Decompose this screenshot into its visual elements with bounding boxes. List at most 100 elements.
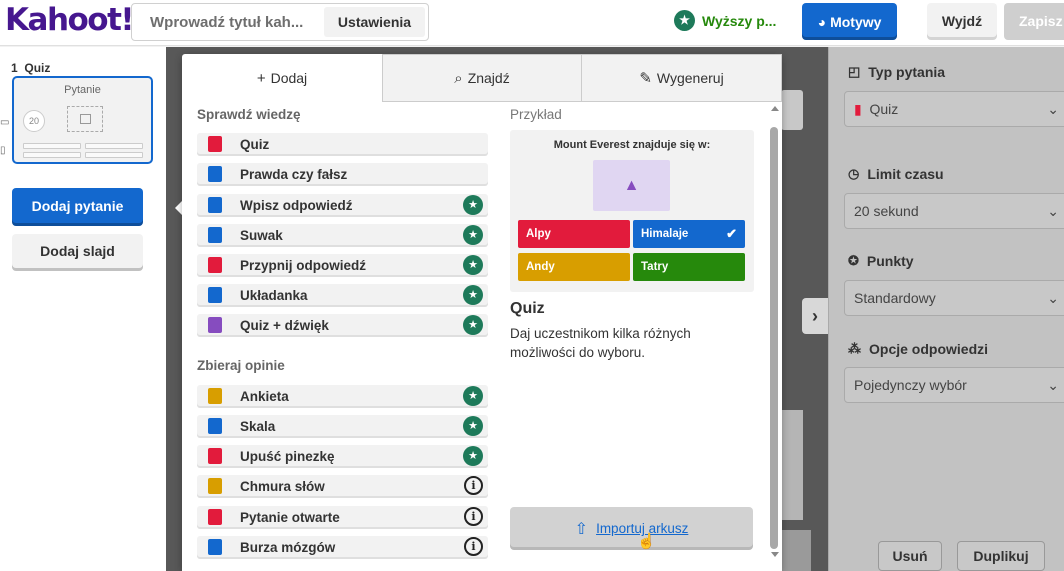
thumb-title: Pytanie xyxy=(64,84,101,96)
scroll-up-arrow[interactable] xyxy=(771,106,779,111)
question-type-select[interactable]: ▮ Quiz ⌄ xyxy=(844,91,1064,127)
question-type-item[interactable]: Ankieta ★ xyxy=(197,385,488,408)
answer-options-select[interactable]: Pojedynczy wybór ⌄ xyxy=(844,367,1064,403)
question-type-item[interactable]: Układanka ★ xyxy=(197,284,488,307)
question-type-icon xyxy=(208,166,222,182)
question-type-item[interactable]: Pytanie otwarte i xyxy=(197,506,488,529)
chevron-down-icon: ⌄ xyxy=(1047,377,1059,393)
image-icon: ▲ xyxy=(593,160,670,211)
thumb-timer: 20 xyxy=(23,110,45,132)
top-bar: Kahoot! Wprowadź tytuł kah... Ustawienia… xyxy=(0,0,1064,46)
tab-generate-label: Wygeneruj xyxy=(656,70,724,86)
save-button[interactable]: Zapisz xyxy=(1004,3,1064,40)
duplicate-slide-icon[interactable]: ▭ xyxy=(0,117,9,128)
question-type-label: Quiz xyxy=(240,137,270,152)
question-type-icon xyxy=(208,136,222,152)
question-type-icon xyxy=(208,418,222,434)
kahoot-logo[interactable]: Kahoot! xyxy=(5,2,135,38)
thumb-answer xyxy=(85,143,143,149)
question-type-label: Układanka xyxy=(240,288,308,303)
question-type-icon xyxy=(208,287,222,303)
delete-button[interactable]: Usuń xyxy=(878,541,942,571)
slide-thumbnail[interactable]: Pytanie 20 xyxy=(12,76,153,164)
themes-button[interactable]: ◕ Motywy xyxy=(802,3,897,40)
slide-number: 1 xyxy=(11,61,18,75)
title-input[interactable]: Wprowadź tytuł kah... xyxy=(150,14,303,31)
question-type-label: Przypnij odpowiedź xyxy=(240,258,367,273)
question-type-label: Skala xyxy=(240,419,276,434)
add-slide-button[interactable]: Dodaj slajd xyxy=(12,234,143,271)
slide-label: 1 Quiz xyxy=(11,61,50,75)
question-type-icon: ◰ xyxy=(848,64,861,79)
title-field[interactable]: Wprowadź tytuł kah... Ustawienia xyxy=(131,3,429,41)
group-title: Zbieraj opinie xyxy=(197,358,285,373)
upgrade-link[interactable]: ★ Wyższy p... xyxy=(674,10,776,31)
question-type-item[interactable]: Wpisz odpowiedź ★ xyxy=(197,194,488,217)
question-type-label: Burza mózgów xyxy=(240,540,336,555)
add-question-button[interactable]: Dodaj pytanie xyxy=(12,188,143,226)
info-icon[interactable]: i xyxy=(464,507,483,526)
tab-add[interactable]: + Dodaj xyxy=(182,54,382,102)
settings-panel: ◰ Typ pytania ▮ Quiz ⌄ ◷ Limit czasu 20 … xyxy=(828,47,1064,571)
question-type-label: Wpisz odpowiedź xyxy=(240,198,353,213)
question-type-item[interactable]: Chmura słów i xyxy=(197,475,488,498)
question-type-item[interactable]: Quiz + dźwięk ★ xyxy=(197,314,488,337)
premium-star-icon: ★ xyxy=(463,386,483,406)
info-icon[interactable]: i xyxy=(464,476,483,495)
premium-star-icon: ★ xyxy=(463,285,483,305)
premium-star-icon: ★ xyxy=(463,195,483,215)
question-type-icon xyxy=(208,478,222,494)
time-limit-select[interactable]: 20 sekund ⌄ xyxy=(844,193,1064,229)
question-type-label: Pytanie otwarte xyxy=(240,510,340,525)
points-select[interactable]: Standardowy ⌄ xyxy=(844,280,1064,316)
scrollbar-thumb[interactable] xyxy=(770,127,778,549)
plus-icon: + xyxy=(256,69,266,87)
palette-icon: ◕ xyxy=(817,13,827,30)
question-type-item[interactable]: Przypnij odpowiedź ★ xyxy=(197,254,488,277)
question-type-icon xyxy=(208,227,222,243)
question-type-icon xyxy=(208,388,222,404)
points-heading: ✪ Punkty xyxy=(848,253,914,269)
question-type-icon xyxy=(208,317,222,333)
question-type-item[interactable]: Quiz xyxy=(197,133,488,156)
quiz-icon: ▮ xyxy=(854,101,862,117)
question-type-label: Typ pytania xyxy=(868,64,946,80)
themes-label: Motywy xyxy=(830,13,882,30)
answer-options-value: Pojedynczy wybór xyxy=(854,377,967,393)
info-icon[interactable]: i xyxy=(464,537,483,556)
time-limit-value: 20 sekund xyxy=(854,203,919,219)
question-type-item[interactable]: Prawda czy fałsz xyxy=(197,163,488,186)
scroll-down-arrow[interactable] xyxy=(771,552,779,557)
import-sheet-button[interactable]: ⇧ Importuj arkusz xyxy=(510,507,753,550)
answer-options-heading: ⁂ Opcje odpowiedzi xyxy=(848,341,988,357)
thumb-answer xyxy=(23,152,81,158)
question-type-icon xyxy=(208,257,222,273)
question-type-label: Chmura słów xyxy=(240,479,325,494)
points-label: Punkty xyxy=(866,253,914,269)
question-type-item[interactable]: Skala ★ xyxy=(197,415,488,438)
trash-icon[interactable]: ▯ xyxy=(0,145,6,156)
question-type-icon xyxy=(208,197,222,213)
chevron-right-icon[interactable]: › xyxy=(802,298,828,334)
question-type-item[interactable]: Burza mózgów i xyxy=(197,536,488,559)
question-type-item[interactable]: Upuść pinezkę ★ xyxy=(197,445,488,468)
tab-generate[interactable]: ✎ Wygeneruj xyxy=(581,54,782,102)
question-type-icon xyxy=(208,448,222,464)
question-type-item[interactable]: Suwak ★ xyxy=(197,224,488,247)
example-question: Mount Everest znajduje się w: xyxy=(553,139,711,151)
add-question-modal: + Dodaj ⌕ Znajdź ✎ Wygeneruj Sprawdź wie… xyxy=(182,54,782,571)
question-type-value: Quiz xyxy=(869,101,899,117)
duplicate-button[interactable]: Duplikuj xyxy=(957,541,1045,571)
clock-icon: ◷ xyxy=(848,166,860,181)
settings-button[interactable]: Ustawienia xyxy=(324,7,425,37)
question-type-label: Quiz + dźwięk xyxy=(240,318,329,333)
tab-find[interactable]: ⌕ Znajdź xyxy=(382,54,582,102)
question-type-description: Daj uczestnikom kilka różnych możliwości… xyxy=(510,326,691,360)
group-title: Sprawdź wiedzę xyxy=(197,107,301,122)
example-answer: Alpy xyxy=(518,220,630,248)
slide-type: Quiz xyxy=(24,61,51,75)
example-answer: Himalaje ✔ xyxy=(633,220,745,248)
example-answer: Tatry xyxy=(633,253,745,281)
exit-button[interactable]: Wyjdź xyxy=(927,3,997,40)
chevron-down-icon: ⌄ xyxy=(1047,290,1059,306)
